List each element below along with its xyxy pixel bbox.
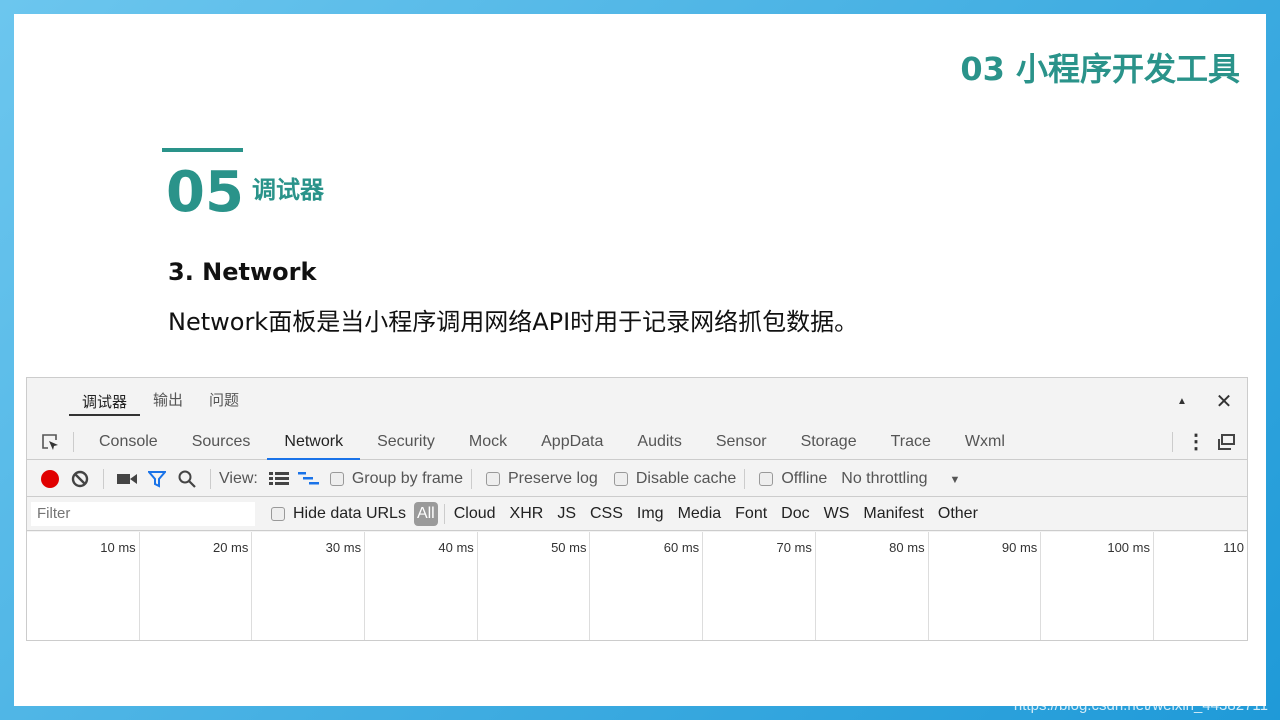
filter-type-img[interactable]: Img xyxy=(630,505,671,523)
tab-issues[interactable]: 问题 xyxy=(196,378,252,424)
filter-type-font[interactable]: Font xyxy=(728,505,774,523)
timeline-tick: 40 ms xyxy=(365,532,478,640)
hide-data-urls-label: Hide data URLs xyxy=(293,505,406,522)
filter-type-ws[interactable]: WS xyxy=(817,505,857,523)
filter-type-all[interactable]: All xyxy=(413,502,438,526)
panel-tab-mock[interactable]: Mock xyxy=(452,424,524,460)
timeline-tick: 60 ms xyxy=(591,532,704,640)
offline-checkbox[interactable] xyxy=(759,471,774,486)
waterfall-view-icon[interactable] xyxy=(294,464,324,494)
panel-tab-network[interactable]: Network xyxy=(267,424,361,460)
timeline-tick: 110 xyxy=(1223,540,1244,555)
panel-tab-trace[interactable]: Trace xyxy=(874,424,948,460)
search-icon[interactable] xyxy=(172,464,202,494)
tab-debugger[interactable]: 调试器 xyxy=(69,380,140,416)
panel-tab-sources[interactable]: Sources xyxy=(175,424,268,460)
list-view-icon[interactable] xyxy=(264,464,294,494)
panel-tab-storage[interactable]: Storage xyxy=(784,424,874,460)
group-by-frame-label: Group by frame xyxy=(351,469,463,487)
undock-icon[interactable] xyxy=(1211,427,1241,457)
panel-tab-sensor[interactable]: Sensor xyxy=(699,424,784,460)
network-timeline: 10 ms 20 ms 30 ms 40 ms 50 ms 60 ms 70 ms 80 ms… xyxy=(27,532,1247,640)
slide-title: 03 小程序开发工具 xyxy=(960,50,1240,88)
preserve-log-checkbox[interactable] xyxy=(486,471,500,486)
more-options-icon[interactable]: ⋮ xyxy=(1181,427,1211,457)
filter-type-manifest[interactable]: Manifest xyxy=(856,505,930,523)
accent-bar xyxy=(162,148,243,152)
throttling-value: No throttling xyxy=(841,469,928,487)
devtools-panel: 调试器 输出 问题 ▲ ✕ Console Sources Network Secur… xyxy=(26,377,1248,641)
timeline-tick: 100 ms xyxy=(1041,532,1154,640)
timeline-tick: 10 ms xyxy=(27,532,140,640)
timeline-tick: 50 ms xyxy=(478,532,591,640)
timeline-tick: 30 ms xyxy=(252,532,366,640)
filter-funnel-icon[interactable] xyxy=(142,464,172,494)
disable-cache-label: Disable cache xyxy=(635,469,737,487)
filter-type-media[interactable]: Media xyxy=(671,505,729,523)
section-number: 05 xyxy=(166,160,244,225)
filter-type-other[interactable]: Other xyxy=(931,505,985,523)
preserve-log-label: Preserve log xyxy=(508,469,598,487)
panel-tab-appdata[interactable]: AppData xyxy=(524,424,620,460)
filter-type-js[interactable]: JS xyxy=(550,505,583,523)
collapse-up-icon[interactable]: ▲ xyxy=(1167,386,1197,416)
offline-label: Offline xyxy=(781,469,828,487)
filter-type-css[interactable]: CSS xyxy=(583,505,630,523)
description: Network面板是当小程序调用网络API时用于记录网络抓包数据。 xyxy=(168,308,859,336)
throttling-select[interactable]: No throttling ▼ xyxy=(841,470,960,488)
timeline-tick: 90 ms xyxy=(929,532,1042,640)
timeline-tick: 80 ms xyxy=(816,532,929,640)
panel-tab-wxml[interactable]: Wxml xyxy=(948,424,1022,460)
watermark: https://blog.csdn.net/weixin_44382711 xyxy=(1013,697,1268,714)
panel-tab-audits[interactable]: Audits xyxy=(620,424,698,460)
filter-input[interactable] xyxy=(31,502,255,526)
timeline-tick: 70 ms xyxy=(703,532,816,640)
tab-output[interactable]: 输出 xyxy=(140,378,196,424)
view-label: View: xyxy=(219,469,258,487)
filter-type-doc[interactable]: Doc xyxy=(774,505,816,523)
panel-tab-security[interactable]: Security xyxy=(360,424,452,460)
hide-data-urls-checkbox[interactable] xyxy=(271,507,285,521)
group-by-frame-checkbox[interactable] xyxy=(329,471,344,486)
heading: 3. Network xyxy=(168,258,317,286)
clear-icon[interactable] xyxy=(65,464,95,494)
inspect-element-icon[interactable] xyxy=(35,427,65,457)
panel-tab-console[interactable]: Console xyxy=(82,424,175,460)
screenshot-camera-icon[interactable] xyxy=(112,464,142,494)
timeline-tick: 20 ms xyxy=(140,532,253,640)
section-title: 调试器 xyxy=(252,176,324,204)
record-icon[interactable] xyxy=(35,464,65,494)
slide: 03 小程序开发工具 05 调试器 3. Network Network面板是当… xyxy=(14,14,1266,706)
filter-type-xhr[interactable]: XHR xyxy=(503,505,551,523)
disable-cache-checkbox[interactable] xyxy=(613,471,628,486)
dropdown-arrow-icon: ▼ xyxy=(949,473,961,486)
close-icon[interactable]: ✕ xyxy=(1209,386,1239,416)
filter-type-cloud[interactable]: Cloud xyxy=(447,505,503,523)
